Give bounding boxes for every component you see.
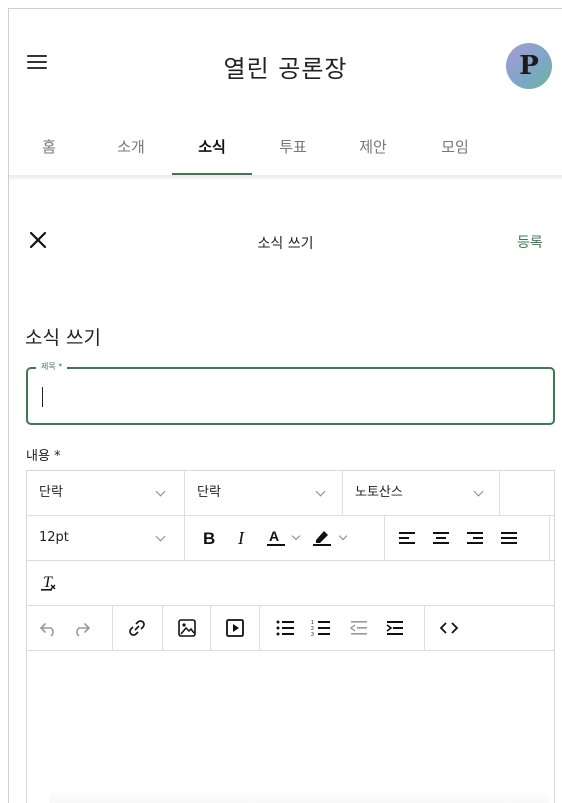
tab-vote[interactable]: 투표 <box>271 129 315 177</box>
chevron-down-icon[interactable] <box>291 531 301 541</box>
nav-tabs: 홈 소개 소식 투표 제안 모임 <box>9 129 562 177</box>
content-label: 내용 * <box>26 449 61 464</box>
tab-label: 제안 <box>359 138 387 156</box>
bullet-list-button[interactable] <box>271 606 299 650</box>
font-size-value: 12pt <box>39 530 69 545</box>
editor-content-area[interactable] <box>27 652 554 803</box>
outdent-button[interactable] <box>345 606 373 650</box>
source-code-button[interactable] <box>435 606 463 650</box>
align-right-button[interactable] <box>461 516 489 560</box>
chevron-down-icon <box>473 486 484 497</box>
align-center-icon <box>433 532 449 544</box>
title-input[interactable] <box>40 385 540 409</box>
italic-icon: I <box>237 529 245 547</box>
highlight-color-button[interactable] <box>307 516 337 560</box>
align-justify-icon <box>501 532 517 544</box>
form-heading: 소식 쓰기 <box>25 327 101 349</box>
link-button[interactable] <box>123 606 151 650</box>
toolbar-row-3: T <box>27 561 554 606</box>
svg-text:I: I <box>237 529 245 547</box>
indent-button[interactable] <box>381 606 409 650</box>
tab-news[interactable]: 소식 <box>172 129 252 177</box>
submit-button[interactable]: 등록 <box>517 232 543 252</box>
bullet-list-icon <box>276 620 294 636</box>
app-header: 열린 공론장 P <box>9 9 562 129</box>
editor-title: 소식 쓰기 <box>257 236 314 252</box>
toolbar-row-4: 123 <box>27 606 554 651</box>
code-icon <box>439 622 459 634</box>
tab-label: 소식 <box>198 138 226 156</box>
tab-label: 모임 <box>441 138 469 156</box>
block-format-select[interactable]: 단락 <box>39 471 179 515</box>
clear-formatting-icon: T <box>41 574 56 591</box>
toolbar-row-2: 12pt B I A <box>27 516 554 561</box>
avatar[interactable]: P <box>506 43 552 89</box>
svg-text:A: A <box>269 528 279 544</box>
font-size-select[interactable]: 12pt <box>39 516 179 560</box>
image-icon <box>178 619 196 637</box>
align-left-icon <box>399 532 415 544</box>
clear-formatting-button[interactable]: T <box>35 561 63 605</box>
svg-text:3: 3 <box>311 632 314 637</box>
tab-home[interactable]: 홈 <box>29 129 69 177</box>
chevron-down-icon <box>315 486 326 497</box>
align-right-icon <box>467 532 483 544</box>
font-family-select[interactable]: 노토산스 <box>355 471 495 515</box>
numbered-list-button[interactable]: 123 <box>307 606 335 650</box>
align-left-button[interactable] <box>393 516 421 560</box>
tab-proposal[interactable]: 제안 <box>351 129 395 177</box>
block-format-value: 단락 <box>39 485 63 500</box>
redo-button[interactable] <box>67 606 95 650</box>
indent-icon <box>386 621 403 635</box>
tabs-shadow <box>9 175 562 181</box>
bold-icon: B <box>203 529 215 547</box>
block-format-select-2[interactable]: 단락 <box>197 471 337 515</box>
chevron-down-icon <box>155 531 166 542</box>
chevron-down-icon <box>155 486 166 497</box>
app-frame: 열린 공론장 P 홈 소개 소식 투표 제안 모임 소식 쓰기 등록 소식 쓰기… <box>8 8 562 803</box>
media-button[interactable] <box>221 606 249 650</box>
font-family-value: 노토산스 <box>355 485 403 500</box>
tab-label: 홈 <box>42 138 56 156</box>
link-icon <box>129 620 145 636</box>
video-play-icon <box>226 619 244 637</box>
title-field[interactable]: 제목 * <box>26 361 555 425</box>
numbered-list-icon: 123 <box>311 620 330 637</box>
undo-icon <box>39 623 54 637</box>
svg-text:B: B <box>203 529 215 547</box>
app-title: 열린 공론장 <box>223 55 348 83</box>
tab-about[interactable]: 소개 <box>109 129 153 177</box>
highlighter-icon <box>313 531 331 546</box>
toolbar-row-1: 단락 단락 노토산스 <box>27 471 554 516</box>
outdent-icon <box>349 621 367 635</box>
align-justify-button[interactable] <box>495 516 523 560</box>
undo-button[interactable] <box>35 606 63 650</box>
redo-icon <box>76 623 91 637</box>
align-center-button[interactable] <box>427 516 455 560</box>
text-color-icon: A <box>267 528 285 546</box>
title-field-label: 제목 * <box>36 361 68 372</box>
bold-button[interactable]: B <box>195 516 223 560</box>
tab-label: 소개 <box>117 138 145 156</box>
italic-button[interactable]: I <box>229 516 255 560</box>
text-color-button[interactable]: A <box>261 516 291 560</box>
image-button[interactable] <box>173 606 201 650</box>
bottom-sheet-edge <box>49 789 549 803</box>
chevron-down-icon[interactable] <box>338 531 348 541</box>
tab-label: 투표 <box>279 138 307 156</box>
rich-text-editor: 단락 단락 노토산스 12pt B I A T 1 2 3 <box>26 470 555 803</box>
tab-meeting[interactable]: 모임 <box>433 129 477 177</box>
block-format-value: 단락 <box>197 485 221 500</box>
